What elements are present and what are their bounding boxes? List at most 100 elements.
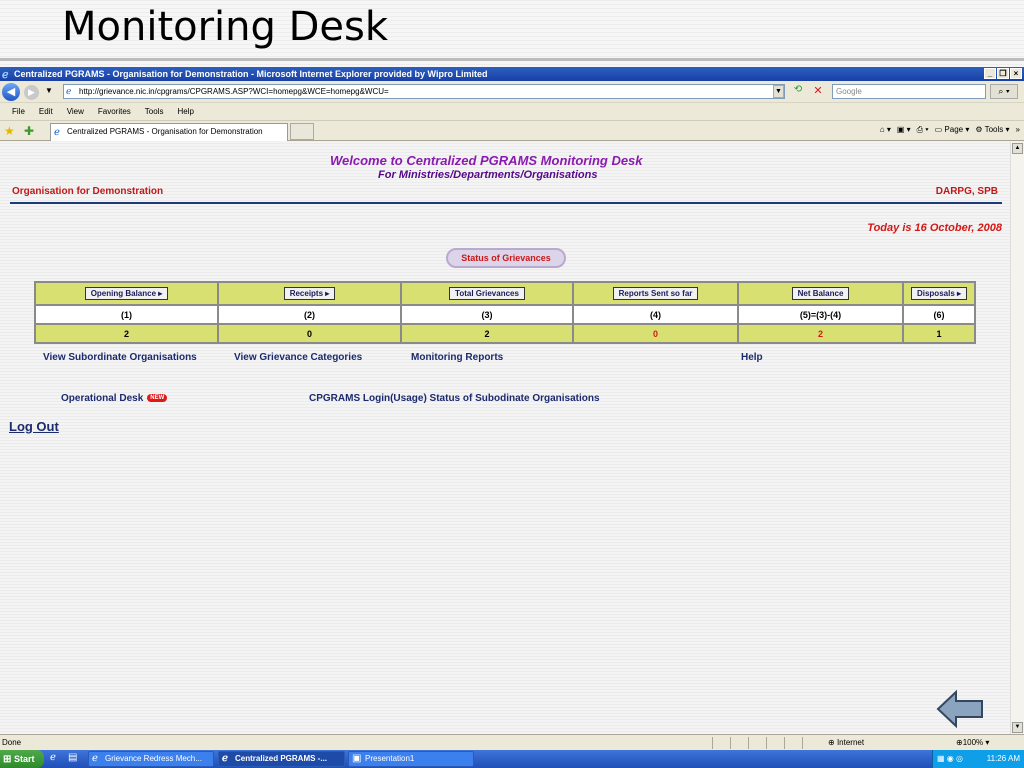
minimize-button[interactable]: _	[984, 68, 996, 79]
organisation-code: DARPG, SPB	[935, 186, 998, 197]
page-content: Welcome to Centralized PGRAMS Monitoring…	[0, 142, 1010, 734]
ie-quicklaunch-icon[interactable]: ℯ	[50, 752, 56, 763]
receipts-button[interactable]: Receipts ▸	[283, 287, 336, 300]
taskbar-item-presentation[interactable]: ▣ Presentation1	[348, 751, 474, 767]
table-cell: 2	[36, 325, 217, 342]
start-button[interactable]: ⊞ Start	[0, 750, 44, 768]
new-tab-button[interactable]	[290, 123, 314, 140]
vertical-scrollbar[interactable]: ▲ ▼	[1010, 142, 1024, 734]
new-badge: NEW	[147, 394, 168, 403]
table-cell: (1)	[36, 306, 217, 323]
table-cell: 0	[219, 325, 400, 342]
net-balance-label: Net Balance	[791, 287, 850, 300]
home-icon[interactable]: ⌂ ▾	[880, 125, 891, 135]
close-button[interactable]: ×	[1010, 68, 1022, 79]
welcome-subheading: For Ministries/Departments/Organisations	[378, 169, 598, 181]
tray-icons[interactable]: ▦ ◉ ◎	[933, 750, 963, 768]
total-grievances-label: Total Grievances	[449, 287, 525, 300]
feeds-icon[interactable]: ▣ ▾	[897, 125, 911, 135]
tab-active[interactable]: ℯ Centralized PGRAMS - Organisation for …	[50, 123, 288, 141]
view-subordinate-organisations-link[interactable]: View Subordinate Organisations	[43, 352, 197, 363]
history-dropdown-icon[interactable]: ▼	[45, 86, 53, 95]
search-input[interactable]: Google	[832, 84, 986, 99]
scroll-down-icon[interactable]: ▼	[1012, 722, 1023, 733]
ie-logo-icon: ℯ	[2, 69, 9, 81]
menu-file[interactable]: File	[12, 103, 25, 120]
table-cell: 0	[574, 325, 737, 342]
tab-title: Centralized PGRAMS - Organisation for De…	[67, 127, 263, 136]
status-of-grievances-button[interactable]: Status of Grievances	[446, 248, 566, 268]
logout-link[interactable]: Log Out	[9, 419, 59, 434]
favorites-star-icon[interactable]: ★	[4, 124, 15, 138]
print-icon[interactable]: ⎙ ▾	[917, 125, 929, 135]
globe-icon: ⊕	[828, 738, 835, 747]
window-titlebar[interactable]: ℯ Centralized PGRAMS - Organisation for …	[0, 67, 1024, 81]
help-link[interactable]: Help	[741, 352, 763, 363]
table-cell: (3)	[402, 306, 572, 323]
table-cell: 2	[739, 325, 902, 342]
page-menu[interactable]: ▭ Page ▾	[935, 125, 970, 135]
reports-sent-label: Reports Sent so far	[612, 287, 699, 300]
window-title: Centralized PGRAMS - Organisation for De…	[14, 69, 488, 79]
ie-icon: ℯ	[222, 753, 228, 764]
status-text: Done	[2, 738, 22, 747]
forward-button[interactable]: ▶	[24, 85, 39, 100]
tab-bar: ★ ✚ ℯ Centralized PGRAMS - Organisation …	[0, 121, 1024, 141]
tab-page-icon: ℯ	[54, 127, 60, 138]
table-row: (1) (2) (3) (4) (5)=(3)-(4) (6)	[36, 306, 974, 323]
address-toolbar: ◀ ▶ ▼ ℯ http://grievance.nic.in/cpgrams/…	[0, 81, 1024, 103]
taskbar-item-grievance[interactable]: ℯ Grievance Redress Mech...	[88, 751, 214, 767]
operational-desk-link[interactable]: Operational Desk NEW	[61, 393, 168, 404]
address-text: http://grievance.nic.in/cpgrams/CPGRAMS.…	[79, 87, 389, 96]
view-grievance-categories-link[interactable]: View Grievance Categories	[234, 352, 362, 363]
menu-edit[interactable]: Edit	[39, 103, 53, 120]
grievance-status-table: Opening Balance ▸ Receipts ▸ Total Griev…	[34, 281, 976, 344]
windows-flag-icon: ⊞	[3, 754, 12, 765]
chevron-more-icon[interactable]: »	[1016, 125, 1020, 135]
menu-favorites[interactable]: Favorites	[98, 103, 131, 120]
search-button[interactable]: ⌕ ▾	[990, 84, 1018, 99]
page-icon: ℯ	[66, 86, 72, 96]
opening-balance-button[interactable]: Opening Balance ▸	[84, 287, 169, 300]
table-row: 2 0 2 0 2 1	[36, 325, 974, 342]
slide-divider	[0, 58, 1024, 61]
login-status-link[interactable]: CPGRAMS Login(Usage) Status of Subodinat…	[309, 393, 600, 404]
add-favorite-icon[interactable]: ✚	[24, 124, 34, 138]
powerpoint-icon: ▣	[352, 753, 362, 764]
command-bar: ⌂ ▾ ▣ ▾ ⎙ ▾ ▭ Page ▾ ⚙ Tools ▾ »	[880, 125, 1020, 135]
address-dropdown-icon[interactable]: ▼	[773, 85, 784, 98]
back-arrow-icon[interactable]	[936, 690, 984, 728]
disposals-button[interactable]: Disposals ▸	[910, 287, 968, 300]
desktop-quicklaunch-icon[interactable]: ▤	[68, 752, 77, 763]
back-button[interactable]: ◀	[2, 83, 20, 101]
status-bar: Done ⊕ Internet ⊕100% ▾	[0, 734, 1024, 750]
ie-icon: ℯ	[92, 753, 98, 764]
scroll-up-icon[interactable]: ▲	[1012, 143, 1023, 154]
welcome-heading: Welcome to Centralized PGRAMS Monitoring…	[330, 153, 643, 168]
refresh-icon[interactable]: ⟲	[790, 84, 806, 99]
menu-bar: File Edit View Favorites Tools Help	[0, 103, 1024, 121]
slide-title: Monitoring Desk	[62, 4, 389, 50]
address-bar[interactable]: ℯ http://grievance.nic.in/cpgrams/CPGRAM…	[63, 84, 785, 99]
stop-icon[interactable]: ✕	[810, 84, 826, 99]
zoom-control[interactable]: ⊕100% ▾	[956, 735, 989, 750]
table-cell: (2)	[219, 306, 400, 323]
monitoring-reports-link[interactable]: Monitoring Reports	[411, 352, 503, 363]
restore-button[interactable]: ❐	[997, 68, 1009, 79]
security-zone: ⊕ Internet	[828, 738, 865, 747]
menu-help[interactable]: Help	[177, 103, 193, 120]
taskbar: ⊞ Start ℯ ▤ ℯ Grievance Redress Mech... ℯ…	[0, 750, 1024, 768]
table-cell: 1	[904, 325, 974, 342]
zoom-icon: ⊕	[956, 738, 963, 747]
tools-menu[interactable]: ⚙ Tools ▾	[975, 125, 1009, 135]
taskbar-item-pgrams[interactable]: ℯ Centralized PGRAMS -...	[218, 751, 345, 767]
menu-tools[interactable]: Tools	[145, 103, 164, 120]
today-date: Today is 16 October, 2008	[867, 222, 1002, 234]
table-cell: (6)	[904, 306, 974, 323]
table-cell: (4)	[574, 306, 737, 323]
browser-window: ℯ Centralized PGRAMS - Organisation for …	[0, 67, 1024, 750]
table-cell: 2	[402, 325, 572, 342]
menu-view[interactable]: View	[67, 103, 84, 120]
clock: 11:26 AM	[986, 754, 1020, 763]
table-cell: (5)=(3)-(4)	[739, 306, 902, 323]
